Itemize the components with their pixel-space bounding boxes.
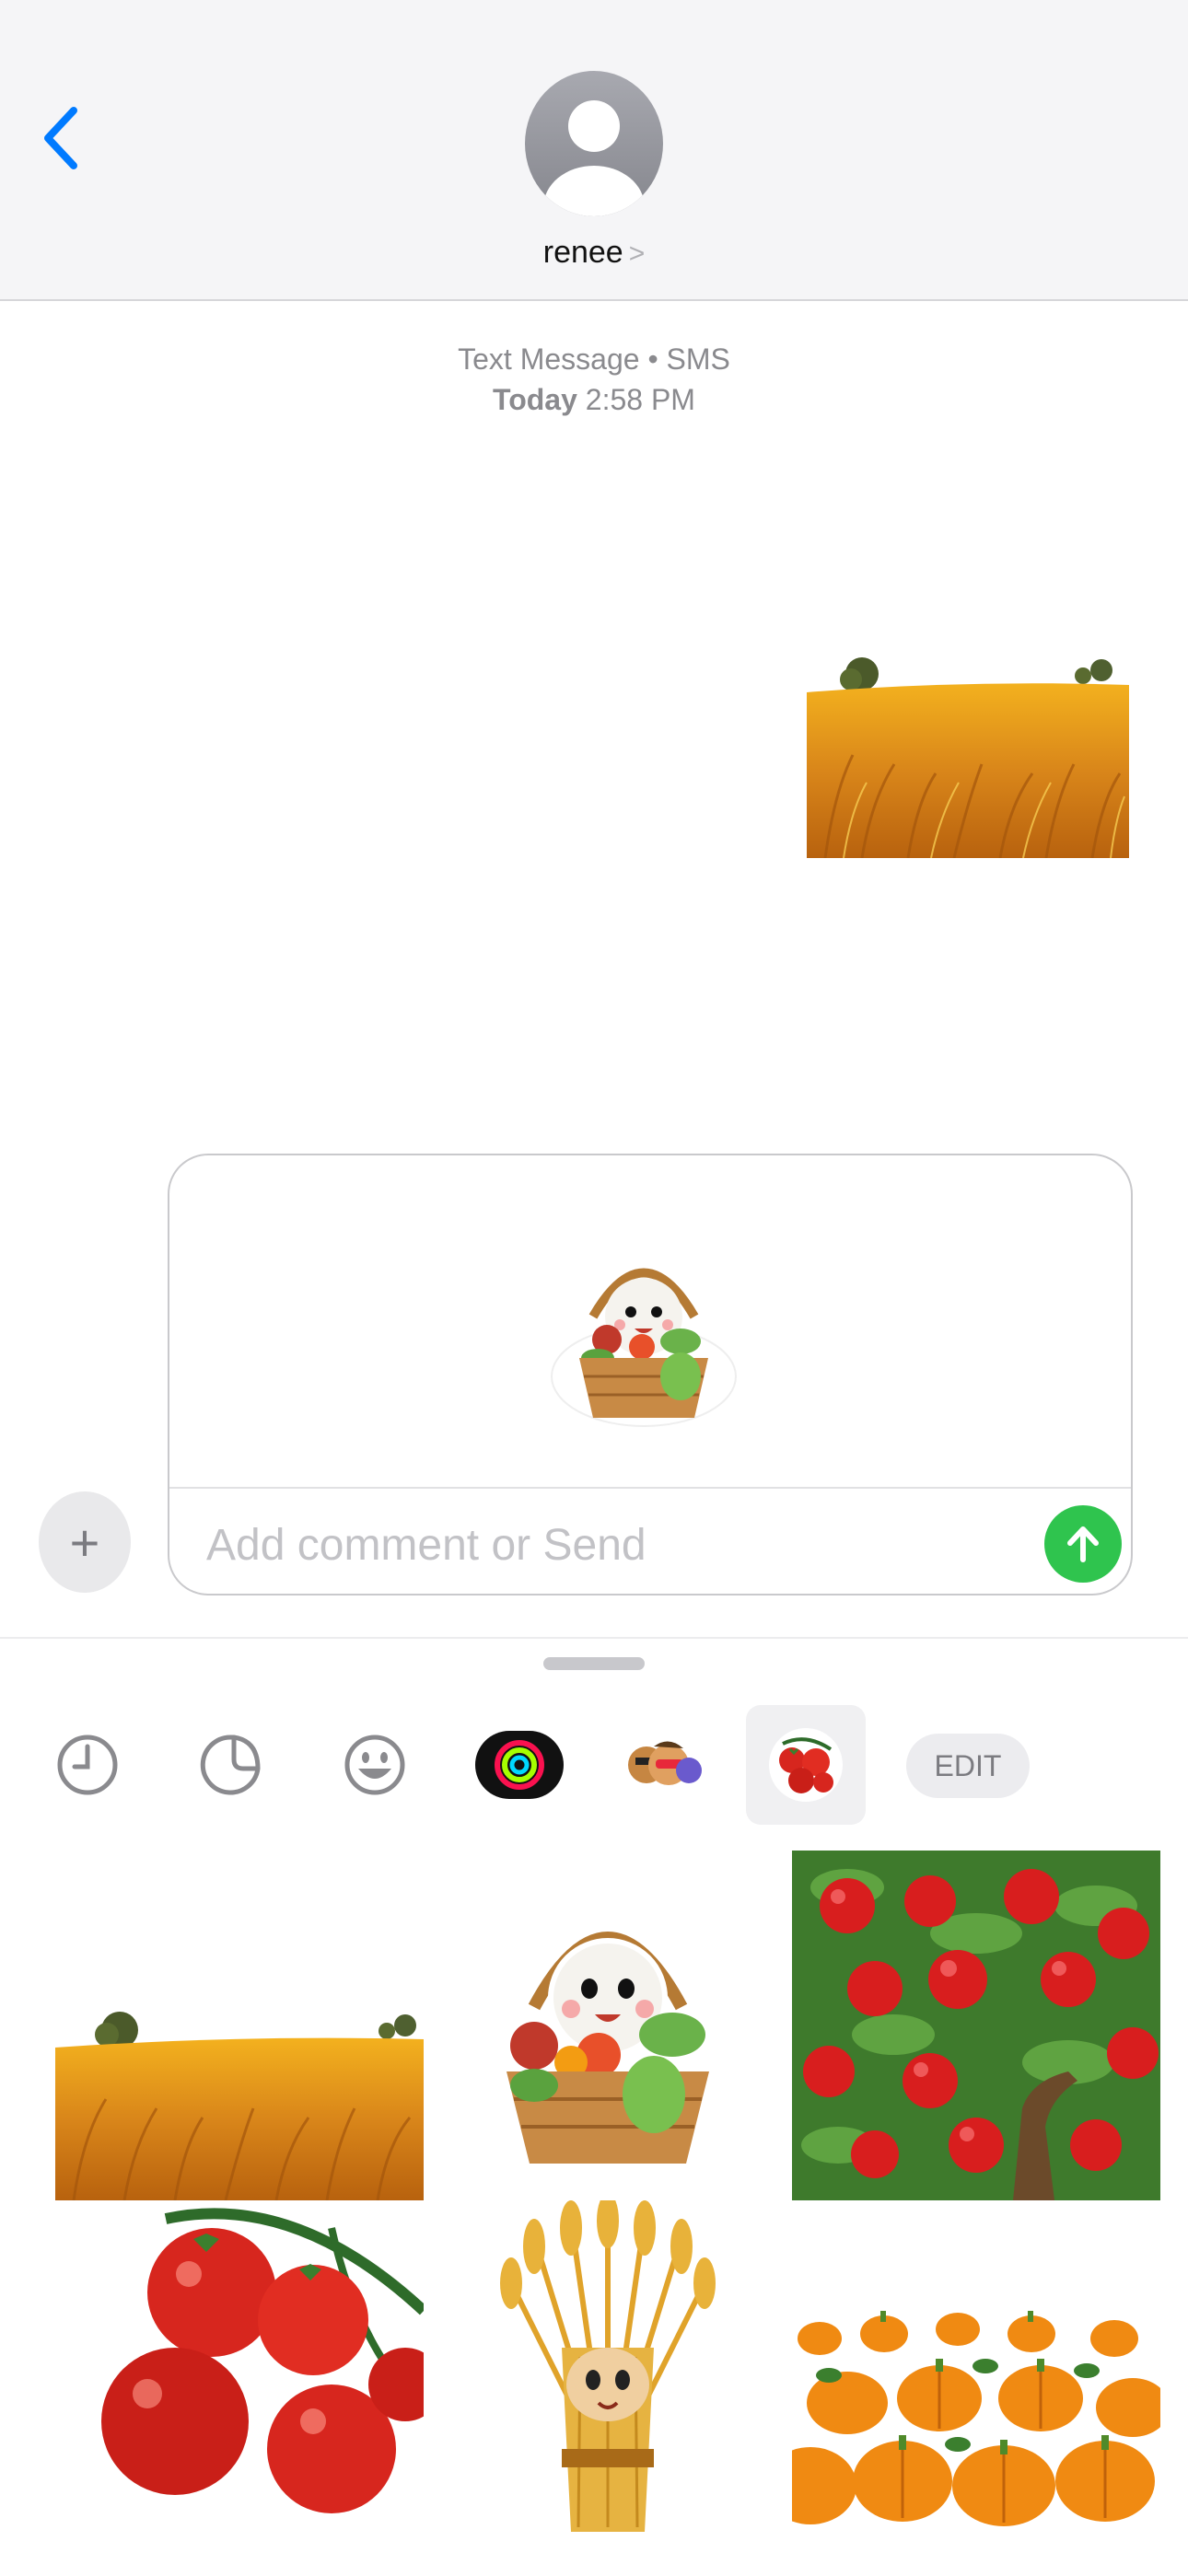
activity-rings-icon (475, 1731, 564, 1799)
tab-activity[interactable] (472, 1705, 567, 1825)
sticker-vegetable-basket[interactable] (424, 1851, 792, 2200)
tab-recents[interactable] (51, 1705, 124, 1825)
back-chevron-icon[interactable] (35, 101, 90, 175)
contact-avatar[interactable] (523, 69, 665, 218)
tab-memoji[interactable] (615, 1705, 711, 1825)
day-label: Today (493, 383, 577, 416)
sticker-wheat-field[interactable] (55, 1851, 424, 2200)
compose-divider (169, 1487, 1131, 1489)
contact-name-label: renee (542, 235, 623, 270)
sticker-wheat-sheaf[interactable] (424, 2200, 792, 2550)
memoji-icon (628, 1741, 702, 1785)
chevron-right-icon: > (628, 238, 646, 269)
conversation-header: renee > (0, 0, 1188, 301)
vegetable-basket-sticker[interactable] (542, 1229, 745, 1432)
compose-box[interactable] (168, 1154, 1133, 1595)
tomato-stickers-icon (769, 1728, 843, 1802)
drawer-grabber[interactable] (543, 1657, 645, 1670)
send-arrow-icon (1067, 1526, 1099, 1562)
service-label: Text Message • SMS (458, 342, 730, 376)
sticker-tomatoes[interactable] (55, 2200, 424, 2550)
tomatoes-sticker (55, 2200, 424, 2550)
wheat-field-sticker (807, 644, 1129, 858)
apps-plus-button[interactable]: + (39, 1491, 131, 1593)
time-label: 2:58 PM (585, 383, 695, 416)
edit-button[interactable]: EDIT (906, 1734, 1030, 1798)
sticker-pumpkin-patch[interactable] (792, 2200, 1160, 2550)
tab-stickers[interactable] (193, 1705, 267, 1825)
tab-tomato-stickers[interactable] (746, 1705, 866, 1825)
tab-emoji[interactable] (338, 1705, 412, 1825)
apple-tree-sticker (792, 1851, 1160, 2200)
wheat-sheaf-sticker (424, 2200, 792, 2550)
wheat-field-sticker (55, 1851, 424, 2200)
sticker-icon (200, 1735, 261, 1795)
vegetable-basket-sticker (507, 1932, 709, 2164)
timestamp: Today 2:58 PM (0, 379, 1188, 420)
clock-icon (57, 1735, 118, 1795)
emoji-icon (344, 1735, 405, 1795)
contact-name[interactable]: renee > (0, 235, 1188, 271)
send-button[interactable] (1044, 1505, 1122, 1583)
sent-wheat-field-image[interactable] (807, 644, 1129, 858)
comment-input[interactable] (204, 1498, 1000, 1592)
message-meta: Text Message • SMS Today 2:58 PM (0, 339, 1188, 420)
sticker-apple-tree[interactable] (792, 1851, 1160, 2200)
pumpkin-patch-sticker (792, 2200, 1160, 2550)
plus-icon: + (69, 1513, 100, 1572)
sticker-drawer: EDIT (0, 1637, 1188, 2576)
